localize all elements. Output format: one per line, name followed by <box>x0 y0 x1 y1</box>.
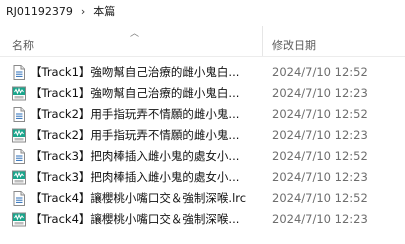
column-header-name[interactable]: 名称 <box>12 37 34 53</box>
wav-audio-icon <box>12 212 26 227</box>
file-row[interactable]: 【Track4】讓櫻桃小嘴口交＆強制深喉.lrc 2024/7/10 12:52 <box>0 188 405 209</box>
file-name: 【Track2】用手指玩弄不情願的雌小鬼... <box>30 128 240 142</box>
column-divider[interactable] <box>262 26 263 56</box>
file-name: 【Track3】把肉棒插入雌小鬼的處女小... <box>30 149 240 163</box>
document-icon <box>12 107 26 122</box>
column-header-modified-date[interactable]: 修改日期 <box>272 37 316 53</box>
wav-audio-icon <box>12 170 26 185</box>
file-name: 【Track4】讓櫻桃小嘴口交＆強制深喉.lrc <box>30 191 247 205</box>
file-row[interactable]: 【Track4】讓櫻桃小嘴口交＆強制深喉... 2024/7/10 12:23 <box>0 209 405 230</box>
file-modified-date: 2024/7/10 12:52 <box>272 107 368 121</box>
document-icon <box>12 191 26 206</box>
file-modified-date: 2024/7/10 12:23 <box>272 128 368 142</box>
file-name: 【Track1】強吻幫自己治療的雌小鬼白... <box>30 65 240 79</box>
file-modified-date: 2024/7/10 12:52 <box>272 149 368 163</box>
file-row[interactable]: 【Track2】用手指玩弄不情願的雌小鬼... 2024/7/10 12:23 <box>0 125 405 146</box>
breadcrumb-item-current[interactable]: 本篇 <box>93 3 115 19</box>
file-modified-date: 2024/7/10 12:52 <box>272 65 368 79</box>
breadcrumb-item-folder[interactable]: RJ01192379 <box>0 5 73 18</box>
file-modified-date: 2024/7/10 12:52 <box>272 191 368 205</box>
breadcrumb: RJ01192379 › 本篇 <box>0 0 405 22</box>
file-row[interactable]: 【Track3】把肉棒插入雌小鬼的處女小... 2024/7/10 12:52 <box>0 146 405 167</box>
file-row[interactable]: 【Track3】把肉棒插入雌小鬼的處女小... 2024/7/10 12:23 <box>0 167 405 188</box>
wav-audio-icon <box>12 128 26 143</box>
file-modified-date: 2024/7/10 12:23 <box>272 170 368 184</box>
document-icon <box>12 149 26 164</box>
wav-audio-icon <box>12 86 26 101</box>
file-name: 【Track4】讓櫻桃小嘴口交＆強制深喉... <box>30 212 240 226</box>
file-row[interactable]: 【Track2】用手指玩弄不情願的雌小鬼... 2024/7/10 12:52 <box>0 104 405 125</box>
document-icon <box>12 65 26 80</box>
file-row[interactable]: 【Track1】強吻幫自己治療的雌小鬼白... 2024/7/10 12:23 <box>0 83 405 104</box>
file-row[interactable]: 【Track1】強吻幫自己治療的雌小鬼白... 2024/7/10 12:52 <box>0 62 405 83</box>
breadcrumb-separator-icon[interactable]: › <box>81 5 85 18</box>
file-list: 【Track1】強吻幫自己治療的雌小鬼白... 2024/7/10 12:52 【T… <box>0 62 405 230</box>
file-name: 【Track3】把肉棒插入雌小鬼的處女小... <box>30 170 240 184</box>
sort-ascending-icon: ︿ <box>130 29 140 39</box>
file-modified-date: 2024/7/10 12:23 <box>272 86 368 100</box>
file-name: 【Track1】強吻幫自己治療的雌小鬼白... <box>30 86 240 100</box>
column-header: ︿ 名称 修改日期 <box>0 26 405 57</box>
file-name: 【Track2】用手指玩弄不情願的雌小鬼... <box>30 107 240 121</box>
file-modified-date: 2024/7/10 12:23 <box>272 212 368 226</box>
